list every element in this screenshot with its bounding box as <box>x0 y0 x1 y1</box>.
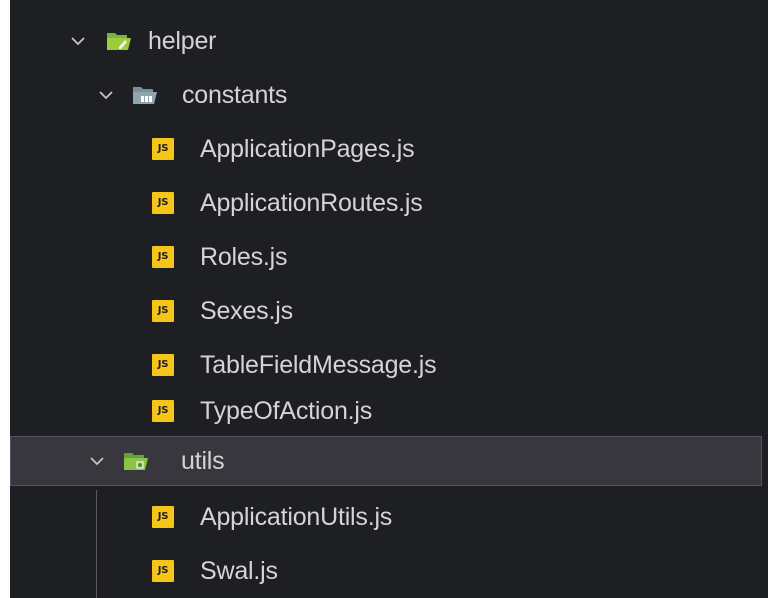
js-file-icon: JS <box>152 138 174 160</box>
tree-folder-helper[interactable]: helper <box>10 14 762 68</box>
tree-file[interactable]: JS ApplicationPages.js <box>10 122 762 176</box>
js-file-icon: JS <box>152 400 174 422</box>
tree-file[interactable]: JS ApplicationRoutes.js <box>10 176 762 230</box>
chevron-down-icon[interactable] <box>87 451 107 471</box>
file-label: Roles.js <box>200 242 288 271</box>
folder-open-utils-icon <box>124 453 148 470</box>
folder-open-constants-icon <box>133 87 157 104</box>
tree-file[interactable]: JS Swal.js <box>10 544 762 598</box>
tree-file[interactable]: JS Sexes.js <box>10 284 762 338</box>
file-label: Swal.js <box>200 556 278 585</box>
folder-label: utils <box>181 446 225 475</box>
folder-label: helper <box>148 26 217 55</box>
js-file-icon: JS <box>152 560 174 582</box>
file-label: TableFieldMessage.js <box>200 350 437 379</box>
js-file-icon: JS <box>152 246 174 268</box>
file-label: ApplicationRoutes.js <box>200 188 423 217</box>
js-file-icon: JS <box>152 354 174 376</box>
file-label: ApplicationPages.js <box>200 134 415 163</box>
js-file-icon: JS <box>152 192 174 214</box>
tree-file[interactable]: JS TypeOfAction.js <box>10 384 762 438</box>
chevron-down-icon[interactable] <box>68 31 88 51</box>
folder-open-helper-icon <box>107 33 131 50</box>
tree-folder-constants[interactable]: constants <box>10 68 762 122</box>
js-file-icon: JS <box>152 506 174 528</box>
file-label: TypeOfAction.js <box>200 396 373 425</box>
tree-folder-utils[interactable]: utils <box>10 436 762 486</box>
file-label: Sexes.js <box>200 296 293 325</box>
js-file-icon: JS <box>152 300 174 322</box>
tree-file[interactable]: JS ApplicationUtils.js <box>10 490 762 544</box>
file-label: ApplicationUtils.js <box>200 502 393 531</box>
file-explorer-tree: helper constants JS ApplicationPages.js … <box>10 0 768 598</box>
chevron-down-icon[interactable] <box>96 85 116 105</box>
tree-file[interactable]: JS Roles.js <box>10 230 762 284</box>
folder-label: constants <box>182 80 288 109</box>
